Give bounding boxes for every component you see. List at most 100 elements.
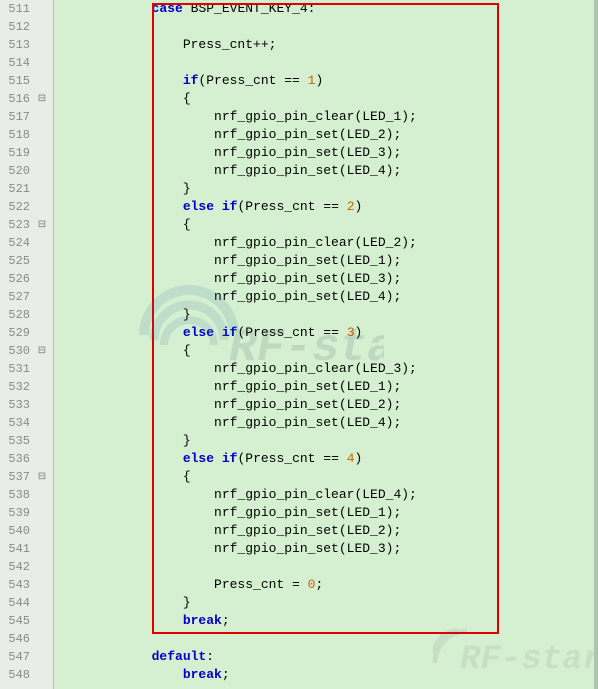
gutter-line: 537⊟ xyxy=(0,468,53,486)
line-number: 521 xyxy=(2,182,35,196)
gutter-line: 540 xyxy=(0,522,53,540)
text-token: } xyxy=(58,433,191,448)
fold-toggle[interactable]: ⊟ xyxy=(35,219,49,231)
fold-toggle[interactable]: ⊟ xyxy=(35,471,49,483)
text-token xyxy=(58,19,66,34)
code-line[interactable]: nrf_gpio_pin_clear(LED_3); xyxy=(54,360,598,378)
fold-toggle[interactable]: ⊟ xyxy=(35,93,49,105)
code-line[interactable]: nrf_gpio_pin_set(LED_3); xyxy=(54,270,598,288)
text-token: nrf_gpio_pin_clear(LED_3); xyxy=(58,361,417,376)
text-token xyxy=(58,1,152,16)
gutter-line: 542 xyxy=(0,558,53,576)
keyword-token: else xyxy=(183,451,214,466)
gutter-line: 548 xyxy=(0,666,53,684)
code-line[interactable]: else if(Press_cnt == 2) xyxy=(54,198,598,216)
code-line[interactable]: case BSP_EVENT_KEY_4: xyxy=(54,0,598,18)
keyword-token: else xyxy=(183,325,214,340)
line-number: 548 xyxy=(2,668,35,682)
keyword-token: else xyxy=(183,199,214,214)
code-line[interactable]: Press_cnt = 0; xyxy=(54,576,598,594)
code-line[interactable]: nrf_gpio_pin_set(LED_2); xyxy=(54,396,598,414)
code-line[interactable]: break; xyxy=(54,612,598,630)
code-line[interactable]: { xyxy=(54,216,598,234)
line-number: 526 xyxy=(2,272,35,286)
gutter-line: 530⊟ xyxy=(0,342,53,360)
code-line[interactable]: } xyxy=(54,306,598,324)
text-token xyxy=(58,649,152,664)
code-line[interactable]: break; xyxy=(54,666,598,684)
code-line[interactable]: if(Press_cnt == 1) xyxy=(54,72,598,90)
text-token: ) xyxy=(355,199,363,214)
text-token xyxy=(214,451,222,466)
code-line[interactable]: nrf_gpio_pin_set(LED_1); xyxy=(54,378,598,396)
line-number: 542 xyxy=(2,560,35,574)
text-token: nrf_gpio_pin_set(LED_1); xyxy=(58,505,401,520)
text-token: nrf_gpio_pin_set(LED_4); xyxy=(58,415,401,430)
code-line[interactable]: nrf_gpio_pin_set(LED_2); xyxy=(54,126,598,144)
code-line[interactable] xyxy=(54,54,598,72)
code-line[interactable]: } xyxy=(54,432,598,450)
code-line[interactable]: nrf_gpio_pin_set(LED_1); xyxy=(54,252,598,270)
gutter-line: 525 xyxy=(0,252,53,270)
code-line[interactable]: nrf_gpio_pin_set(LED_1); xyxy=(54,504,598,522)
keyword-token: break xyxy=(183,667,222,682)
code-line[interactable]: else if(Press_cnt == 3) xyxy=(54,324,598,342)
line-number: 512 xyxy=(2,20,35,34)
line-number: 528 xyxy=(2,308,35,322)
gutter-line: 515 xyxy=(0,72,53,90)
code-line[interactable]: { xyxy=(54,90,598,108)
code-line[interactable]: nrf_gpio_pin_set(LED_3); xyxy=(54,540,598,558)
line-number: 518 xyxy=(2,128,35,142)
keyword-token: default xyxy=(152,649,207,664)
code-line[interactable]: nrf_gpio_pin_set(LED_4); xyxy=(54,288,598,306)
line-number: 537 xyxy=(2,470,35,484)
text-token: nrf_gpio_pin_clear(LED_4); xyxy=(58,487,417,502)
gutter-line: 539 xyxy=(0,504,53,522)
line-number: 544 xyxy=(2,596,35,610)
code-line[interactable]: Press_cnt++; xyxy=(54,36,598,54)
text-token: ) xyxy=(355,451,363,466)
code-line[interactable] xyxy=(54,558,598,576)
code-line[interactable]: default: xyxy=(54,648,598,666)
line-number: 535 xyxy=(2,434,35,448)
code-line[interactable] xyxy=(54,18,598,36)
code-area[interactable]: RF-star RF-star case BSP_EVENT_KEY_4: Pr… xyxy=(54,0,598,689)
text-token: (Press_cnt == xyxy=(237,199,346,214)
text-token xyxy=(58,667,183,682)
gutter-line: 523⊟ xyxy=(0,216,53,234)
text-token xyxy=(58,199,183,214)
line-number: 546 xyxy=(2,632,35,646)
fold-toggle[interactable]: ⊟ xyxy=(35,345,49,357)
gutter-line: 533 xyxy=(0,396,53,414)
gutter-line: 535 xyxy=(0,432,53,450)
code-line[interactable]: } xyxy=(54,594,598,612)
text-token: { xyxy=(58,469,191,484)
line-number: 525 xyxy=(2,254,35,268)
code-line[interactable]: { xyxy=(54,468,598,486)
gutter-line: 541 xyxy=(0,540,53,558)
code-line[interactable] xyxy=(54,630,598,648)
line-number: 536 xyxy=(2,452,35,466)
gutter-line: 543 xyxy=(0,576,53,594)
code-line[interactable]: { xyxy=(54,342,598,360)
code-line[interactable]: nrf_gpio_pin_clear(LED_2); xyxy=(54,234,598,252)
code-line[interactable]: nrf_gpio_pin_clear(LED_4); xyxy=(54,486,598,504)
gutter-line: 529 xyxy=(0,324,53,342)
code-line[interactable]: } xyxy=(54,180,598,198)
code-line[interactable]: nrf_gpio_pin_set(LED_2); xyxy=(54,522,598,540)
code-line[interactable]: else if(Press_cnt == 4) xyxy=(54,450,598,468)
text-token: (Press_cnt == xyxy=(198,73,307,88)
line-number: 543 xyxy=(2,578,35,592)
text-token: ; xyxy=(222,613,230,628)
text-token: nrf_gpio_pin_set(LED_3); xyxy=(58,145,401,160)
scroll-edge xyxy=(594,0,598,689)
code-line[interactable]: nrf_gpio_pin_set(LED_4); xyxy=(54,162,598,180)
text-token xyxy=(58,325,183,340)
gutter-line: 514 xyxy=(0,54,53,72)
code-line[interactable]: nrf_gpio_pin_set(LED_3); xyxy=(54,144,598,162)
number-token: 2 xyxy=(347,199,355,214)
code-line[interactable]: nrf_gpio_pin_clear(LED_1); xyxy=(54,108,598,126)
text-token xyxy=(214,199,222,214)
text-token: nrf_gpio_pin_set(LED_1); xyxy=(58,253,401,268)
code-line[interactable]: nrf_gpio_pin_set(LED_4); xyxy=(54,414,598,432)
